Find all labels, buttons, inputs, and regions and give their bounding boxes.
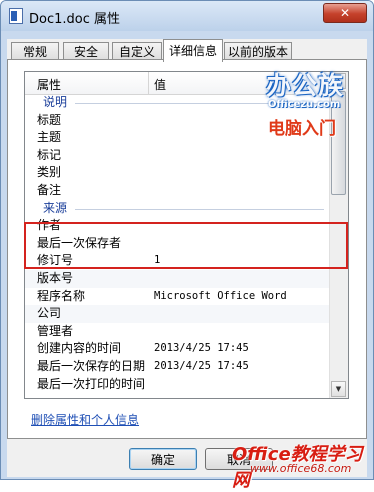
property-name: 程序名称 bbox=[37, 288, 86, 303]
word-document-icon bbox=[9, 8, 23, 24]
logo-url: Officezu.com bbox=[268, 99, 341, 110]
property-value[interactable]: 2013/4/25 17:45 bbox=[154, 340, 249, 358]
column-separator[interactable] bbox=[148, 72, 149, 94]
table-row[interactable]: 程序名称 Microsoft Office Word bbox=[25, 288, 330, 306]
table-row[interactable]: 创建内容的时间 2013/4/25 17:45 bbox=[25, 340, 330, 358]
property-name: 主题 bbox=[37, 130, 62, 145]
property-value[interactable]: Microsoft Office Word bbox=[154, 288, 287, 306]
close-button[interactable]: ✕ bbox=[323, 3, 367, 23]
watermark-url: www.office68.com bbox=[250, 462, 352, 475]
table-row[interactable]: 类别 bbox=[25, 164, 330, 182]
table-row[interactable]: 最后一次打印的时间 bbox=[25, 376, 330, 394]
scroll-down-arrow-icon[interactable]: ▼ bbox=[331, 381, 346, 397]
remove-properties-link[interactable]: 删除属性和个人信息 bbox=[31, 411, 139, 428]
column-header-property[interactable]: 属性 bbox=[37, 76, 61, 93]
title-bar[interactable]: Doc1.doc 属性 ✕ bbox=[1, 1, 373, 31]
property-name: 最后一次保存的日期 bbox=[37, 358, 146, 373]
ok-button[interactable]: 确定 bbox=[129, 448, 197, 470]
officezu-logo: 办公族 Officezu.com 电脑入门 bbox=[258, 66, 358, 140]
property-name: 备注 bbox=[37, 182, 62, 197]
watermark: Office教程学习网 www.office68.com bbox=[228, 440, 374, 491]
table-row[interactable]: 版本号 bbox=[25, 269, 330, 288]
table-row[interactable]: 最后一次保存的日期 2013/4/25 17:45 bbox=[25, 358, 330, 376]
property-value[interactable]: 2013/4/25 17:45 bbox=[154, 358, 249, 376]
table-row[interactable]: 公司 bbox=[25, 305, 330, 323]
column-header-value[interactable]: 值 bbox=[154, 76, 166, 93]
property-name: 类别 bbox=[37, 165, 62, 180]
tab-details[interactable]: 详细信息 bbox=[163, 39, 223, 62]
property-name: 管理者 bbox=[37, 323, 74, 338]
property-name: 标题 bbox=[37, 112, 62, 127]
property-name: 最后一次打印的时间 bbox=[37, 376, 146, 391]
logo-brand: 办公族 bbox=[266, 71, 345, 100]
property-name: 创建内容的时间 bbox=[37, 341, 122, 356]
group-header-origin: 来源 bbox=[25, 200, 330, 218]
group-label: 说明 bbox=[43, 95, 68, 109]
property-name: 版本号 bbox=[37, 270, 74, 285]
table-row[interactable]: 管理者 bbox=[25, 323, 330, 341]
table-row[interactable]: 标记 bbox=[25, 147, 330, 165]
logo-tagline: 电脑入门 bbox=[268, 119, 336, 139]
annotation-highlight-box bbox=[24, 222, 348, 269]
table-row[interactable]: 备注 bbox=[25, 182, 330, 200]
window-title: Doc1.doc 属性 bbox=[29, 12, 121, 27]
group-divider bbox=[75, 208, 324, 210]
property-name: 公司 bbox=[37, 306, 62, 321]
group-label: 来源 bbox=[43, 200, 68, 215]
property-name: 标记 bbox=[37, 147, 62, 162]
